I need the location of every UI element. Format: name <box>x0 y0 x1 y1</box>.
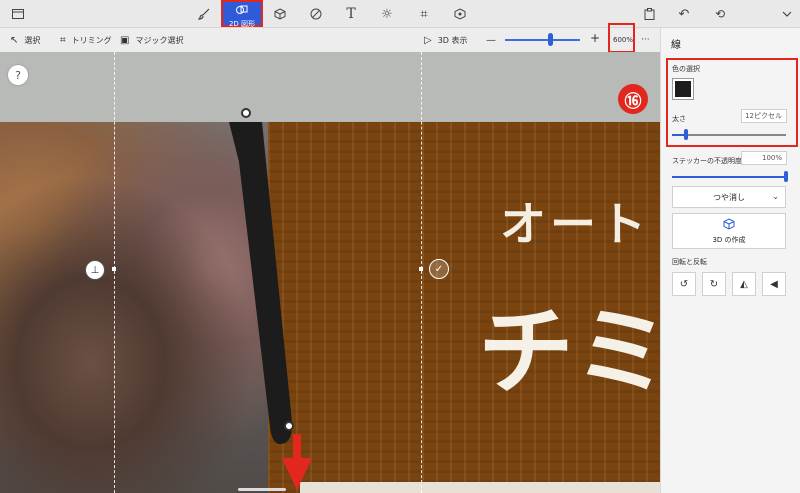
effects-icon[interactable]: ☼ <box>379 6 395 22</box>
menu-icon[interactable] <box>10 6 26 22</box>
red-arrow-annotation <box>282 434 312 490</box>
3d-library-icon[interactable] <box>452 6 468 22</box>
make-3d-label: 3D の作成 <box>712 235 746 244</box>
tab-2d-label: 2D 図形 <box>228 19 256 28</box>
checkmark-icon: ✓ <box>434 263 444 275</box>
tab-2d-shapes[interactable]: 2D 図形 <box>221 0 263 28</box>
rotate-left-button[interactable]: ↺ <box>672 272 696 296</box>
2d-shapes-icon <box>236 0 248 19</box>
help-button[interactable]: ? <box>8 65 28 85</box>
view-3d-icon: ▷ <box>424 34 432 46</box>
crop-icon: ⌗ <box>60 34 66 46</box>
trim-tool[interactable]: ⌗ トリミング <box>60 32 112 48</box>
undo-icon[interactable]: ↶ <box>676 6 692 22</box>
top-toolbar: 2D 図形 T ☼ ⌗ ↶ ⟲ <box>0 0 800 28</box>
guide-handle-left[interactable] <box>112 267 116 271</box>
properties-panel: 線 色の選択 太さ 12ピクセル ステッカーの不透明度 100% つや消し ⌄ … <box>660 28 800 493</box>
line-start-handle[interactable] <box>241 108 251 118</box>
flip-vertical-button[interactable]: ◀ <box>762 272 786 296</box>
flip-horizontal-button[interactable]: ◭ <box>732 272 756 296</box>
poster-text-chi: チミ <box>478 296 660 408</box>
magic-select-icon: ▣ <box>120 34 130 46</box>
brush-icon[interactable] <box>196 6 212 22</box>
flip-horizontal-icon: ◭ <box>740 278 748 290</box>
guide-handle-right[interactable] <box>419 267 423 271</box>
thickness-label: 太さ <box>672 115 686 123</box>
view-3d-label: 3D 表示 <box>437 35 468 45</box>
history-icon[interactable]: ⟲ <box>712 6 728 22</box>
cube-icon <box>723 217 735 233</box>
line-end-handle[interactable] <box>284 421 294 431</box>
finish-select[interactable]: つや消し ⌄ <box>672 186 786 208</box>
paste-icon[interactable] <box>641 6 657 22</box>
step-badge: ⑯ <box>618 84 648 114</box>
opacity-slider-thumb[interactable] <box>784 171 788 182</box>
opacity-label: ステッカーの不透明度 <box>672 157 742 165</box>
cursor-icon: ↖ <box>10 34 19 46</box>
zoom-slider-track[interactable] <box>505 39 580 41</box>
stamp-button[interactable]: ⊥ <box>85 260 105 280</box>
sticker-icon[interactable] <box>308 6 324 22</box>
3d-shapes-icon[interactable] <box>272 6 288 22</box>
rotate-left-icon: ↺ <box>679 278 689 290</box>
more-options-button[interactable]: ··· <box>641 32 650 48</box>
magic-select-label: マジック選択 <box>135 35 184 45</box>
magic-select-tool[interactable]: ▣ マジック選択 <box>120 32 183 48</box>
zoom-out-button[interactable]: — <box>486 32 496 48</box>
drawing-canvas[interactable]: オート チミ ? ⊥ ✓ <box>0 52 660 493</box>
flip-vertical-icon: ◀ <box>770 278 778 290</box>
canvas-scroll-indicator[interactable] <box>238 488 286 491</box>
trim-label: トリミング <box>71 35 112 45</box>
zoom-highlight-box <box>608 23 635 53</box>
color-swatch[interactable] <box>672 78 694 100</box>
thickness-slider-thumb[interactable] <box>684 129 688 140</box>
select-label: 選択 <box>24 35 41 45</box>
color-swatch-fill <box>675 81 691 97</box>
expand-icon[interactable] <box>779 6 795 22</box>
crop-icon[interactable]: ⌗ <box>416 6 432 22</box>
thickness-slider-track[interactable] <box>672 134 786 136</box>
view-3d-toggle[interactable]: ▷ 3D 表示 <box>424 32 468 48</box>
panel-title: 線 <box>671 40 681 51</box>
finish-value: つや消し <box>713 192 745 202</box>
rotate-right-button[interactable]: ↻ <box>702 272 726 296</box>
opacity-slider-fill[interactable] <box>672 176 786 178</box>
selection-guide-left <box>114 52 115 493</box>
text-icon[interactable]: T <box>343 6 359 22</box>
poster-text-oto: オート <box>500 197 650 251</box>
rotate-label: 回転と反転 <box>672 258 707 266</box>
make-3d-button[interactable]: 3D の作成 <box>672 213 786 249</box>
thickness-field[interactable]: 12ピクセル <box>741 109 787 123</box>
opacity-field[interactable]: 100% <box>741 151 787 165</box>
chevron-down-icon: ⌄ <box>772 192 779 201</box>
commit-button[interactable]: ✓ <box>429 259 449 279</box>
zoom-in-button[interactable]: + <box>590 30 600 46</box>
stamp-icon: ⊥ <box>90 264 100 276</box>
color-label: 色の選択 <box>672 65 700 73</box>
zoom-slider-thumb[interactable] <box>548 33 553 46</box>
selection-guide-right <box>421 52 422 493</box>
select-tool[interactable]: ↖ 選択 <box>10 32 40 48</box>
secondary-toolbar: ↖ 選択 ⌗ トリミング ▣ マジック選択 ▷ 3D 表示 — + 600% ·… <box>0 28 660 52</box>
rotate-right-icon: ↻ <box>709 278 719 290</box>
